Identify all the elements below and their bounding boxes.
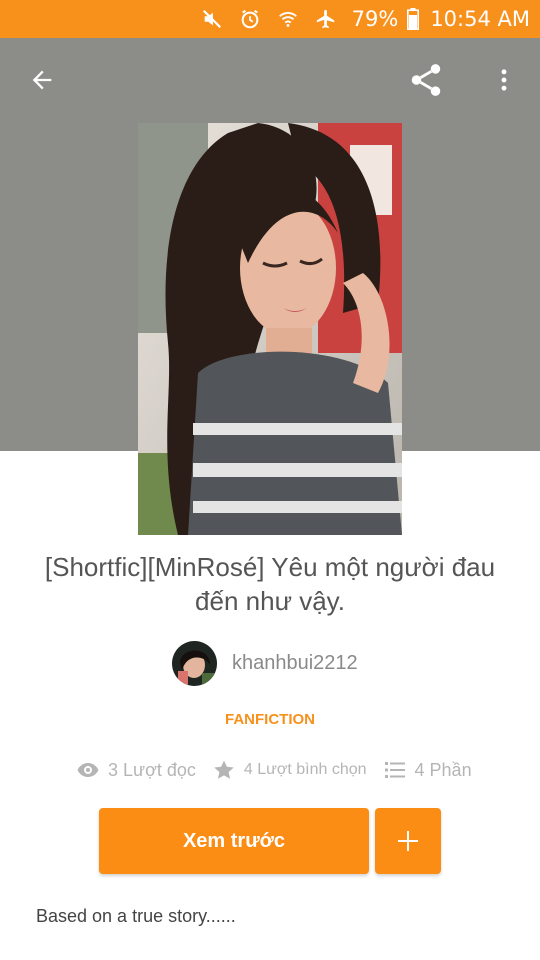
list-icon	[384, 762, 405, 778]
author-row[interactable]: khanhbui2212	[172, 640, 358, 686]
share-icon	[411, 64, 441, 96]
alarm-icon	[238, 7, 262, 31]
author-name[interactable]: khanhbui2212	[232, 652, 358, 675]
parts-stat: 4 Phần	[383, 758, 472, 782]
story-cover-image[interactable]	[138, 123, 402, 535]
airplane-mode-icon	[314, 7, 338, 31]
share-button[interactable]	[404, 58, 448, 102]
votes-stat: 4 Lượt bình chọn	[212, 758, 367, 782]
more-vert-icon	[501, 69, 507, 91]
add-to-library-button[interactable]	[375, 808, 441, 874]
story-description: Based on a true story......	[36, 906, 236, 926]
category-label[interactable]: FANFICTION	[0, 711, 540, 728]
back-button[interactable]	[20, 58, 64, 102]
plus-icon	[398, 831, 418, 851]
reads-count: 3 Lượt đọc	[108, 759, 196, 780]
more-options-button[interactable]	[482, 58, 526, 102]
reads-stat: 3 Lượt đọc	[76, 758, 196, 782]
star-icon	[214, 760, 234, 779]
votes-count: 4 Lượt bình chọn	[243, 761, 367, 778]
battery-percentage: 79%	[351, 7, 399, 31]
avatar[interactable]	[172, 640, 217, 686]
eye-icon	[77, 763, 99, 777]
preview-button[interactable]: Xem trước	[99, 808, 369, 874]
wifi-icon	[276, 7, 300, 31]
story-title: [Shortfic][MinRosé] Yêu một người đau đế…	[44, 552, 496, 616]
back-arrow-icon	[32, 70, 52, 90]
clock: 10:54 AM	[430, 7, 530, 31]
story-stats: 3 Lượt đọc 4 Lượt bình chọn 4 Phần	[76, 758, 488, 782]
mute-icon	[200, 7, 224, 31]
battery-icon	[406, 7, 420, 31]
parts-count: 4 Phần	[414, 759, 472, 780]
status-bar: 79% 10:54 AM	[0, 0, 540, 38]
